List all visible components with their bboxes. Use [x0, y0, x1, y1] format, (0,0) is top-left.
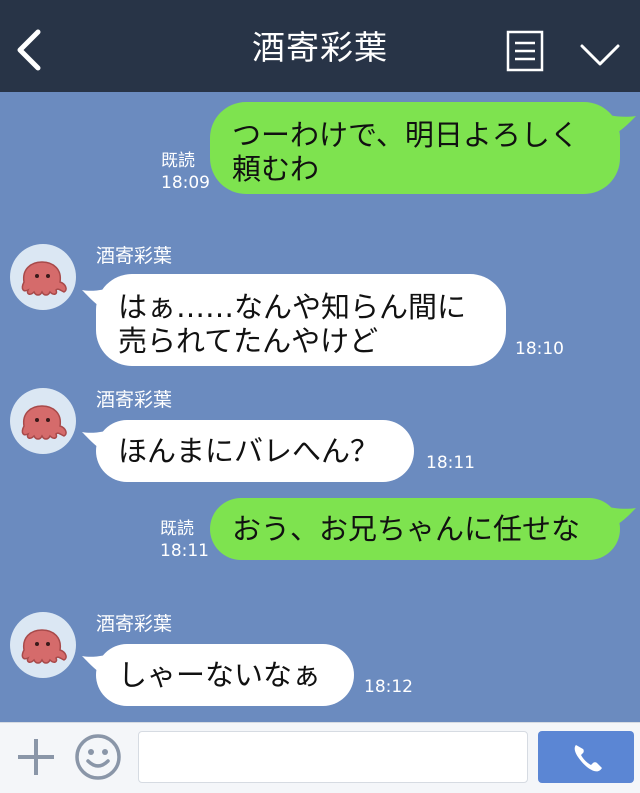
message-outgoing: 既読 18:11 おう、お兄ちゃんに任せな	[0, 492, 640, 572]
message-text: しゃーないなぁ	[118, 658, 322, 692]
avatar[interactable]	[10, 388, 76, 454]
message-bubble[interactable]: しゃーないなぁ	[96, 644, 354, 706]
menu-list-icon	[506, 30, 544, 72]
message-bubble[interactable]: ほんまにバレへん？	[96, 420, 414, 482]
phone-icon	[574, 745, 602, 772]
chat-title: 酒寄彩葉	[252, 28, 388, 67]
avatar[interactable]	[10, 244, 76, 310]
call-button[interactable]	[538, 731, 634, 783]
message-text: ほんまにバレへん？	[118, 434, 380, 468]
message-time: 18:12	[364, 677, 413, 697]
plus-icon	[18, 739, 54, 775]
octopus-icon	[21, 261, 67, 296]
read-receipt: 既読 18:11	[160, 519, 209, 561]
add-attachment-button[interactable]	[14, 735, 58, 779]
collapse-button[interactable]	[578, 40, 622, 70]
message-text: つーわけで、明日よろしく 頼むわ	[232, 118, 579, 186]
message-bubble[interactable]: はぁ……なんや知らん間に 売られてたんやけど	[96, 274, 506, 366]
menu-button[interactable]	[506, 30, 544, 72]
message-text: はぁ……なんや知らん間に 売られてたんやけど	[118, 290, 467, 358]
read-receipt: 既読 18:09	[161, 151, 210, 193]
message-bubble[interactable]: おう、お兄ちゃんに任せな	[210, 498, 620, 560]
chevron-down-icon	[580, 44, 620, 66]
chat-header: 酒寄彩葉	[0, 0, 640, 92]
message-outgoing: 既読 18:09 つーわけで、明日よろしく 頼むわ	[0, 92, 640, 212]
sender-name: 酒寄彩葉	[96, 245, 173, 267]
smiley-icon	[75, 734, 121, 780]
message-time: 18:11	[426, 453, 475, 473]
message-input[interactable]	[138, 731, 528, 783]
input-bar	[0, 722, 640, 793]
sender-name: 酒寄彩葉	[96, 613, 173, 635]
sender-name: 酒寄彩葉	[96, 389, 173, 411]
message-time: 18:10	[515, 339, 564, 359]
chat-messages[interactable]: 既読 18:09 つーわけで、明日よろしく 頼むわ 酒寄彩葉 はぁ……なんや知らん…	[0, 92, 640, 722]
message-text: おう、お兄ちゃんに任せな	[232, 512, 581, 546]
message-incoming: 酒寄彩葉 ほんまにバレへん？ 18:11	[0, 382, 640, 492]
message-bubble[interactable]: つーわけで、明日よろしく 頼むわ	[210, 102, 620, 194]
message-incoming: 酒寄彩葉 しゃーないなぁ 18:12	[0, 606, 640, 716]
emoji-button[interactable]	[74, 733, 122, 781]
octopus-icon	[21, 629, 67, 664]
octopus-icon	[21, 405, 67, 440]
message-incoming: 酒寄彩葉 はぁ……なんや知らん間に 売られてたんやけど 18:10	[0, 238, 640, 378]
avatar[interactable]	[10, 612, 76, 678]
